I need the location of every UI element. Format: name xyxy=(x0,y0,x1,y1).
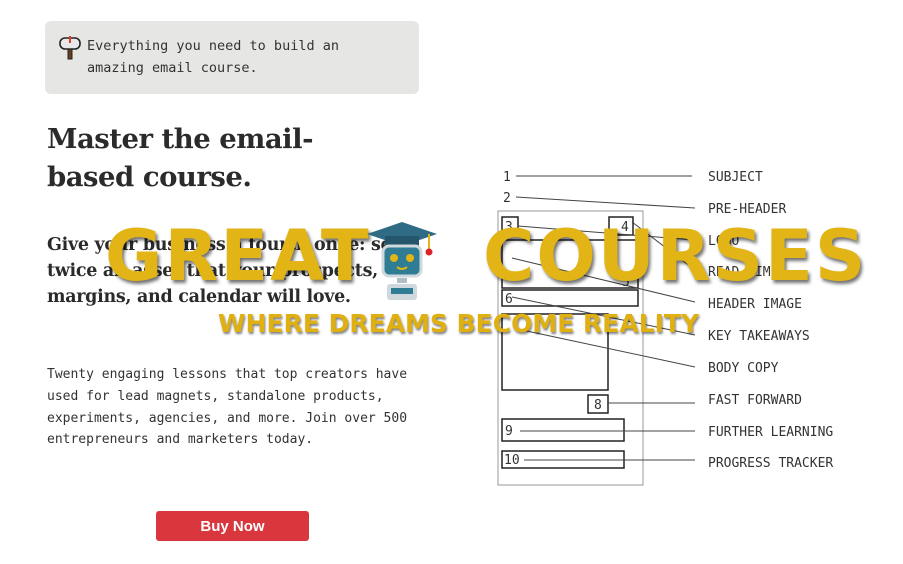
buy-now-button[interactable]: Buy Now xyxy=(156,511,309,541)
label-subject: SUBJECT xyxy=(708,170,763,185)
marker-5: 5 xyxy=(622,275,630,290)
mailbox-icon xyxy=(59,36,81,60)
marker-2: 2 xyxy=(503,191,511,206)
box-key-takeaways xyxy=(501,289,639,307)
callout-line-1: Everything you need to build an xyxy=(87,38,339,54)
label-pre-header: PRE-HEADER xyxy=(708,202,786,217)
marker-9: 9 xyxy=(505,424,513,439)
title-line-2: based course. xyxy=(47,161,252,193)
marker-6: 6 xyxy=(505,292,513,307)
label-read-time: READ TIME xyxy=(708,265,778,280)
box-header-image xyxy=(501,239,639,289)
body-copy: Twenty engaging lessons that top creator… xyxy=(47,367,408,448)
label-key-takeaways: KEY TAKEAWAYS xyxy=(708,329,810,344)
callout-text: Everything you need to build an amazing … xyxy=(87,35,339,94)
box-further-learning xyxy=(501,418,625,442)
marker-1: 1 xyxy=(503,170,511,185)
label-progress-tracker: PROGRESS TRACKER xyxy=(708,456,833,471)
label-fast-forward: FAST FORWARD xyxy=(708,393,802,408)
email-frame xyxy=(497,210,644,486)
marker-4: 4 xyxy=(621,220,629,235)
page-title: Master the email- based course. xyxy=(47,120,377,196)
title-line-1: Master the email- xyxy=(47,123,314,155)
intro-callout: Everything you need to build an amazing … xyxy=(45,21,419,94)
diagram-svg: 1 2 3 4 5 6 8 9 10 SUBJECT PRE-HEADER LO… xyxy=(497,170,833,486)
label-header-image: HEADER IMAGE xyxy=(708,297,802,312)
marker-8: 8 xyxy=(594,398,602,413)
subheadline: Give your business a fourth once: sell t… xyxy=(47,235,405,307)
callout-line-2: amazing email course. xyxy=(87,60,258,76)
label-body-copy: BODY COPY xyxy=(708,361,779,376)
label-logo: LOGO xyxy=(708,234,739,249)
email-anatomy-diagram: 1 2 3 4 5 6 8 9 10 SUBJECT PRE-HEADER LO… xyxy=(490,160,870,500)
leader-lines xyxy=(511,175,696,461)
marker-10: 10 xyxy=(504,453,520,468)
box-body-copy xyxy=(501,313,609,391)
label-further-learning: FURTHER LEARNING xyxy=(708,425,833,440)
marker-3: 3 xyxy=(505,220,513,235)
